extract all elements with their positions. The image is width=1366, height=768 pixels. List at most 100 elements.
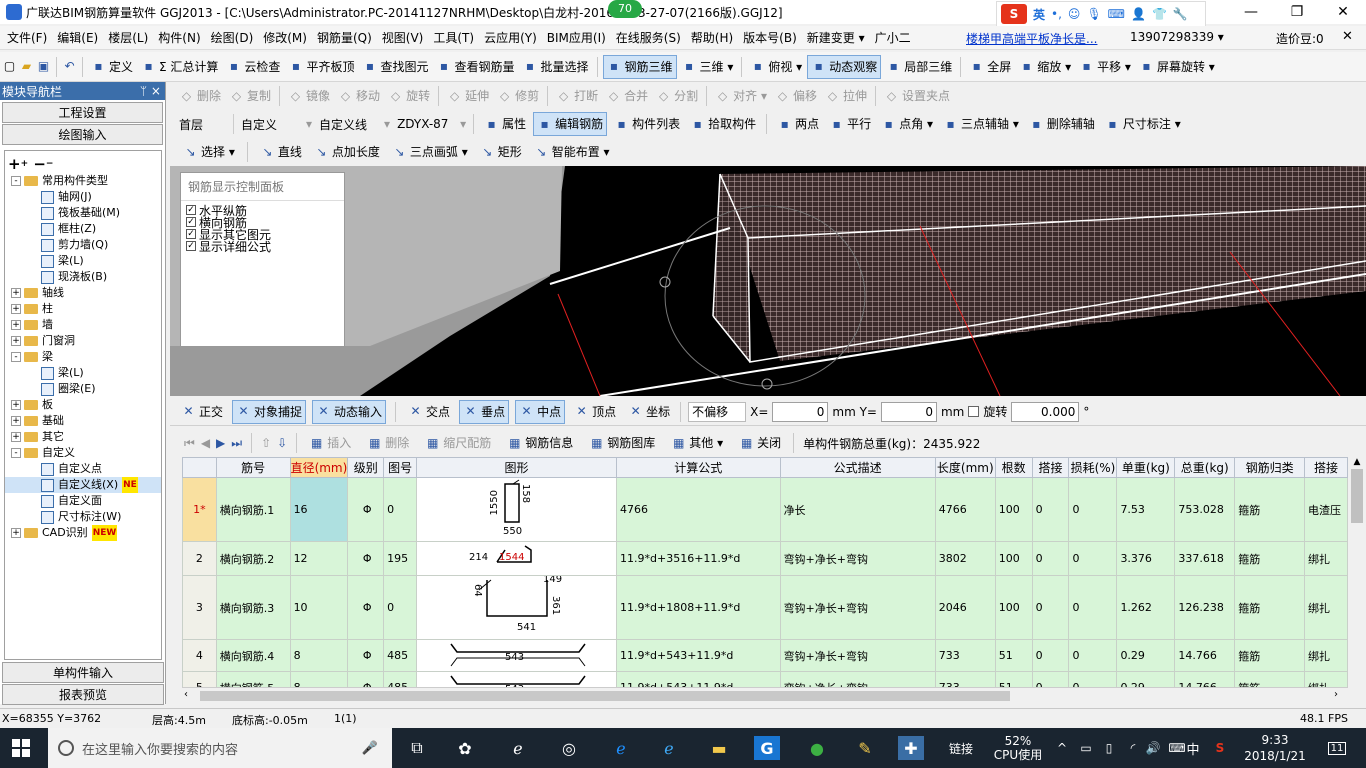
- cell-lap2[interactable]: 绑扎: [1303, 671, 1348, 687]
- user-icon[interactable]: 👤: [1131, 7, 1146, 21]
- tree-expander-icon[interactable]: +: [11, 320, 21, 330]
- cell-loss[interactable]: 0: [1068, 575, 1118, 640]
- tree-node-14[interactable]: + 板: [5, 397, 161, 413]
- mic-icon[interactable]: 🎤: [362, 741, 378, 756]
- toolbar1-item-13[interactable]: ▪ 缩放 ▾: [1016, 55, 1074, 79]
- toolbar1-item-15[interactable]: ▪ 屏幕旋转 ▾: [1136, 55, 1218, 79]
- volume-icon[interactable]: 🔊: [1144, 728, 1162, 768]
- cell-figure[interactable]: 541 361 149 64: [416, 575, 618, 640]
- panel-check-3[interactable]: ✓ 显示详细公式: [181, 240, 344, 254]
- toolbar2-item-5[interactable]: ◇ 延伸: [444, 84, 492, 108]
- menu-item-12[interactable]: 帮助(H): [686, 26, 738, 50]
- name-select[interactable]: ZDYX-87: [394, 114, 456, 134]
- monitor-icon[interactable]: ▯: [1100, 728, 1118, 768]
- minimize-button[interactable]: —: [1228, 0, 1274, 24]
- tab-single-component[interactable]: 单构件输入: [2, 662, 164, 683]
- tree-node-6[interactable]: 现浇板(B): [5, 269, 161, 285]
- scroll-left-icon[interactable]: ‹: [184, 689, 188, 700]
- angle-input[interactable]: 0.000: [1011, 401, 1080, 422]
- snap-item-1[interactable]: ✕ 对象捕捉: [232, 399, 307, 424]
- toolbar2-item-2[interactable]: ◇ 镜像: [285, 84, 333, 108]
- task-view-icon[interactable]: ⧉: [404, 736, 430, 760]
- toolbar4-item-2[interactable]: ↘ 点加长度: [311, 140, 383, 164]
- menu-item-8[interactable]: 工具(T): [428, 26, 479, 50]
- phone-account[interactable]: 13907298339 ▾: [1130, 30, 1224, 44]
- green-app-icon[interactable]: ●: [804, 736, 830, 760]
- snap-item-2[interactable]: ✕ 动态输入: [312, 399, 387, 424]
- cell-cls[interactable]: 箍筋: [1234, 639, 1305, 672]
- cell-total[interactable]: 337.618: [1174, 541, 1236, 576]
- cell-total[interactable]: 14.766: [1174, 671, 1236, 687]
- toolbar1-item-4[interactable]: ▪ 查找图元: [359, 55, 431, 79]
- tree-node-0[interactable]: - 常用构件类型: [5, 173, 161, 189]
- tab-drawing-input[interactable]: 绘图输入: [2, 124, 163, 145]
- cell-grade[interactable]: Φ: [347, 639, 385, 672]
- tree-node-3[interactable]: 框柱(Z): [5, 221, 161, 237]
- cell-lap[interactable]: 0: [1031, 541, 1070, 576]
- tree-node-22[interactable]: + CAD识别 NEW: [5, 525, 161, 541]
- checkbox-checked-icon[interactable]: ✓: [186, 241, 196, 251]
- cell-fig_no[interactable]: 0: [383, 575, 418, 640]
- new-icon[interactable]: ▢: [2, 59, 17, 74]
- col-header-5[interactable]: 图形: [416, 457, 618, 478]
- cell-total[interactable]: 126.238: [1174, 575, 1236, 640]
- network-app-icon[interactable]: ▭: [1078, 728, 1094, 768]
- mic-icon[interactable]: 🎙: [1086, 7, 1101, 21]
- cell-fig_no[interactable]: 485: [383, 671, 418, 687]
- cell-count[interactable]: 51: [994, 671, 1033, 687]
- start-windows-icon[interactable]: [12, 739, 30, 757]
- cell-rn[interactable]: 1*: [182, 477, 217, 542]
- gridbar-item-4[interactable]: ▦ 钢筋图库: [586, 431, 658, 455]
- toolbar1-item-5[interactable]: ▪ 查看钢筋量: [433, 55, 517, 79]
- toolbar1-item-3[interactable]: ▪ 平齐板顶: [285, 55, 357, 79]
- menu-item-14[interactable]: 新建变更 ▾: [802, 26, 870, 50]
- cell-lap[interactable]: 0: [1031, 575, 1070, 640]
- tree-expander-icon[interactable]: +: [11, 304, 21, 314]
- punct-icon[interactable]: •,: [1051, 7, 1062, 21]
- cell-d[interactable]: 12: [289, 541, 349, 576]
- edge-legacy-icon[interactable]: ℯ: [505, 736, 531, 760]
- cell-fig_no[interactable]: 195: [383, 541, 418, 576]
- gridbar-item-0[interactable]: ▦ 插入: [306, 431, 354, 455]
- gridbar-item-1[interactable]: ▦ 删除: [364, 431, 412, 455]
- toolbar3-item-6[interactable]: ▪ 点角 ▾: [878, 112, 936, 136]
- 3d-view[interactable]: [170, 166, 1366, 396]
- toolbar1-item-2[interactable]: ▪ 云检查: [223, 55, 283, 79]
- tree-node-15[interactable]: + 基础: [5, 413, 161, 429]
- tree-node-21[interactable]: 尺寸标注(W): [5, 509, 161, 525]
- col-header-11[interactable]: 损耗(%): [1068, 457, 1118, 478]
- toolbar3-item-9[interactable]: ▪ 尺寸标注 ▾: [1102, 112, 1184, 136]
- toolbar1-item-14[interactable]: ▪ 平移 ▾: [1076, 55, 1134, 79]
- nav-prev-icon[interactable]: ◀: [201, 436, 210, 450]
- taskbar-search[interactable]: 在这里输入你要搜索的内容 🎤: [48, 728, 392, 768]
- cell-count[interactable]: 51: [994, 639, 1033, 672]
- emoji-icon[interactable]: ☺: [1068, 7, 1081, 21]
- table-vertical-scrollbar[interactable]: ▲: [1348, 457, 1366, 687]
- tree-expander-icon[interactable]: +: [11, 416, 21, 426]
- wifi-icon[interactable]: ◜: [1124, 728, 1142, 768]
- cell-loss[interactable]: 0: [1068, 639, 1118, 672]
- col-header-10[interactable]: 搭接: [1031, 457, 1070, 478]
- snap-item-3[interactable]: ✕ 交点: [405, 400, 453, 424]
- tree-node-4[interactable]: 剪力墙(Q): [5, 237, 161, 253]
- toolbar3-item-0[interactable]: ▪ 属性: [481, 112, 529, 136]
- toolbar2-item-10[interactable]: ◇ 对齐 ▾: [712, 84, 770, 108]
- toolbar3-item-2[interactable]: ▪ 构件列表: [611, 112, 683, 136]
- cell-unit[interactable]: 0.29: [1116, 671, 1176, 687]
- keyboard-icon[interactable]: ⌨: [1166, 728, 1188, 768]
- cell-unit[interactable]: 1.262: [1116, 575, 1176, 640]
- toolbar2-item-12[interactable]: ◇ 拉伸: [822, 84, 870, 108]
- toolbar3-item-3[interactable]: ▪ 拾取构件: [687, 112, 759, 136]
- tree-expander-icon[interactable]: -: [11, 176, 21, 186]
- floor-select[interactable]: 首层: [176, 114, 234, 134]
- toolbar4-item-4[interactable]: ↘ 矩形: [477, 140, 525, 164]
- col-header-0[interactable]: [182, 457, 217, 478]
- y-input[interactable]: 0: [880, 401, 937, 422]
- toolbar2-item-13[interactable]: ◇ 设置夹点: [881, 84, 953, 108]
- toolbar1-item-12[interactable]: ▪ 全屏: [966, 55, 1014, 79]
- tree-expander-icon[interactable]: +: [11, 336, 21, 346]
- ime-indicator[interactable]: 中: [1186, 728, 1200, 768]
- toolbar1-item-0[interactable]: ▪ 定义: [88, 55, 136, 79]
- snap-item-6[interactable]: ✕ 顶点: [571, 400, 619, 424]
- col-header-13[interactable]: 总重(kg): [1174, 457, 1236, 478]
